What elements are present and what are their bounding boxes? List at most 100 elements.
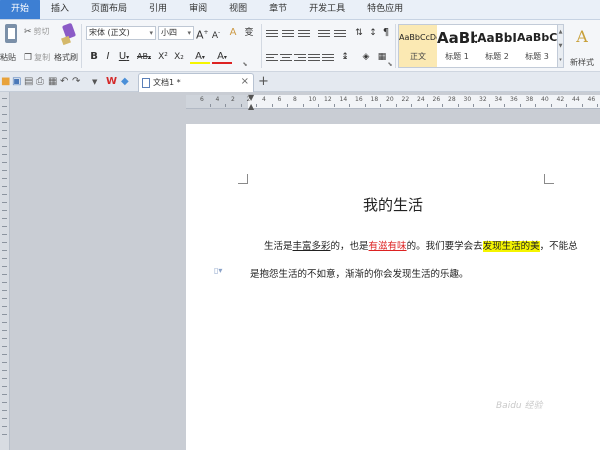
paste-label[interactable]: 粘贴: [0, 52, 16, 63]
phonetic-guide-button[interactable]: 变: [242, 26, 256, 40]
redo-icon[interactable]: ↷: [72, 76, 80, 88]
font-dialog-launcher[interactable]: ⬊: [240, 58, 250, 72]
copy-icon: ❐: [24, 52, 33, 63]
shrink-font-button[interactable]: A-: [210, 26, 222, 41]
customize-toolbar-icon[interactable]: ▼: [92, 76, 97, 88]
clear-format-button[interactable]: A: [226, 26, 240, 40]
increase-indent-icon[interactable]: [334, 30, 346, 40]
ruler-tick: [488, 104, 490, 107]
open-folder-icon[interactable]: ■: [1, 76, 10, 88]
tab-references[interactable]: 引用: [138, 0, 178, 19]
cloud-icon[interactable]: ◆: [121, 76, 129, 88]
tab-section[interactable]: 章节: [258, 0, 298, 19]
document-tab[interactable]: 文档1 * ×: [138, 73, 254, 92]
tab-view[interactable]: 视图: [218, 0, 258, 19]
justify-icon[interactable]: [308, 54, 320, 64]
show-marks-icon[interactable]: ¶: [380, 26, 392, 40]
vertical-ruler-tick: [2, 130, 7, 131]
font-name-select[interactable]: 宋体 (正文) ▾: [86, 26, 156, 40]
underline-button[interactable]: U▾: [116, 50, 132, 64]
decrease-indent-icon[interactable]: [318, 30, 330, 40]
first-line-indent-marker[interactable]: ▼: [248, 93, 254, 102]
paragraph-dialog-launcher[interactable]: ⬊: [386, 58, 394, 72]
line-spacing-icon[interactable]: ↨: [338, 50, 352, 64]
vertical-ruler-tick: [2, 106, 7, 107]
distributed-icon[interactable]: [322, 54, 334, 64]
vertical-ruler-tick: [2, 234, 7, 235]
format-painter-label: 格式刷: [54, 53, 78, 62]
grow-font-button[interactable]: A+: [196, 26, 209, 42]
ruler-tick: [597, 104, 599, 107]
numbered-list-icon[interactable]: [282, 30, 294, 40]
highlight-button[interactable]: A▾: [190, 50, 210, 64]
tab-page-layout[interactable]: 页面布局: [80, 0, 138, 19]
new-tab-button[interactable]: +: [258, 74, 269, 89]
tab-developer[interactable]: 开发工具: [298, 0, 356, 19]
margin-corner-top-right: [544, 174, 554, 184]
align-center-icon[interactable]: [280, 54, 292, 64]
print-icon[interactable]: ⎙: [36, 76, 44, 88]
paragraph-line-1[interactable]: 生活是丰富多彩的，也是有滋有味的。我们要学会去发现生活的美，不能总: [264, 238, 578, 252]
wps-logo-icon[interactable]: W: [106, 76, 117, 88]
style-heading-3[interactable]: AaBbC 标题 3: [517, 25, 557, 67]
bullet-list-icon[interactable]: [266, 30, 278, 40]
vertical-ruler-tick: [2, 250, 7, 251]
subscript-button[interactable]: X₂: [172, 50, 186, 64]
style-heading-1[interactable]: AaBb 标题 1: [437, 25, 477, 67]
new-style-button[interactable]: A 新样式: [566, 24, 598, 68]
align-right-icon[interactable]: [294, 54, 306, 64]
paragraph-handle-icon[interactable]: ▯▾: [214, 266, 222, 275]
undo-icon[interactable]: ↶: [60, 76, 68, 88]
red-underlined-text: 有滋有味: [368, 241, 407, 252]
print-preview-icon[interactable]: ▤: [24, 76, 33, 88]
ruler-number: 8: [293, 96, 297, 103]
document-title[interactable]: 我的生活: [186, 194, 600, 215]
ruler-number: 10: [308, 96, 317, 103]
document-page[interactable]: 我的生活 生活是丰富多彩的，也是有滋有味的。我们要学会去发现生活的美，不能总 ▯…: [186, 124, 600, 450]
vertical-ruler-tick: [2, 434, 7, 435]
clipboard-icon: [5, 24, 17, 43]
close-tab-icon[interactable]: ×: [241, 76, 249, 87]
style-normal[interactable]: AaBbCcDd 正文: [399, 25, 437, 67]
ruler-number: 34: [494, 96, 503, 103]
ruler-tick: [411, 104, 413, 107]
format-painter-button[interactable]: [58, 22, 78, 46]
tab-insert[interactable]: 插入: [40, 0, 80, 19]
vertical-ruler-tick: [2, 394, 7, 395]
tab-special-apps[interactable]: 特色应用: [356, 0, 414, 19]
shading-icon[interactable]: ◈: [358, 50, 374, 64]
new-style-icon: A: [576, 27, 588, 46]
ruler-tick: [426, 104, 428, 107]
quick-access-bar: ■ ▣ ▤ ⎙ ▦ ↶ ↷ ▼ W ◆ 文档1 * × +: [0, 72, 600, 92]
ruler-number: 30: [463, 96, 472, 103]
export-pdf-icon[interactable]: ▦: [48, 76, 57, 88]
copy-button[interactable]: ❐ 复制: [24, 52, 50, 63]
bold-button[interactable]: B: [88, 50, 100, 64]
hanging-indent-marker[interactable]: ▲: [248, 102, 254, 111]
ruler-tick: [225, 104, 227, 107]
sort-icon[interactable]: ↕: [368, 26, 378, 40]
font-color-button[interactable]: A▾: [212, 50, 232, 64]
tab-review[interactable]: 审阅: [178, 0, 218, 19]
ruler-tick: [271, 104, 273, 107]
menu-bar: 开始 插入 页面布局 引用 审阅 视图 章节 开发工具 特色应用: [0, 0, 600, 20]
multilevel-list-icon[interactable]: [298, 30, 310, 40]
paste-button[interactable]: [2, 24, 20, 46]
superscript-button[interactable]: X²: [156, 50, 170, 64]
cut-button[interactable]: ✂ 剪切: [24, 26, 50, 37]
ribbon-home: 粘贴 ✂ 剪切 ❐ 复制 格式刷 宋体 (正文) ▾ 小四 ▾ A+ A- A …: [0, 20, 600, 72]
font-size-select[interactable]: 小四 ▾: [158, 26, 194, 40]
style-gallery-scroll[interactable]: ▲ ▼ ▾: [558, 24, 564, 68]
style-heading-2[interactable]: AaBbI 标题 2: [477, 25, 517, 67]
watermark: Baidu 经验: [496, 401, 543, 411]
align-left-icon[interactable]: [266, 54, 278, 64]
ruler-tick: [380, 104, 382, 107]
tab-home[interactable]: 开始: [0, 0, 41, 19]
vertical-ruler-tick: [2, 362, 7, 363]
strikethrough-button[interactable]: AB▾: [134, 50, 154, 64]
chinese-layout-icon[interactable]: ⇅: [352, 26, 366, 40]
style-gallery: AaBbCcDd 正文 AaBb 标题 1 AaBbI 标题 2 AaBbC 标…: [398, 24, 558, 68]
paragraph-line-2[interactable]: 是抱怨生活的不如意，渐渐的你会发现生活的乐趣。: [250, 266, 469, 280]
italic-button[interactable]: I: [102, 50, 114, 64]
save-icon[interactable]: ▣: [12, 76, 21, 88]
